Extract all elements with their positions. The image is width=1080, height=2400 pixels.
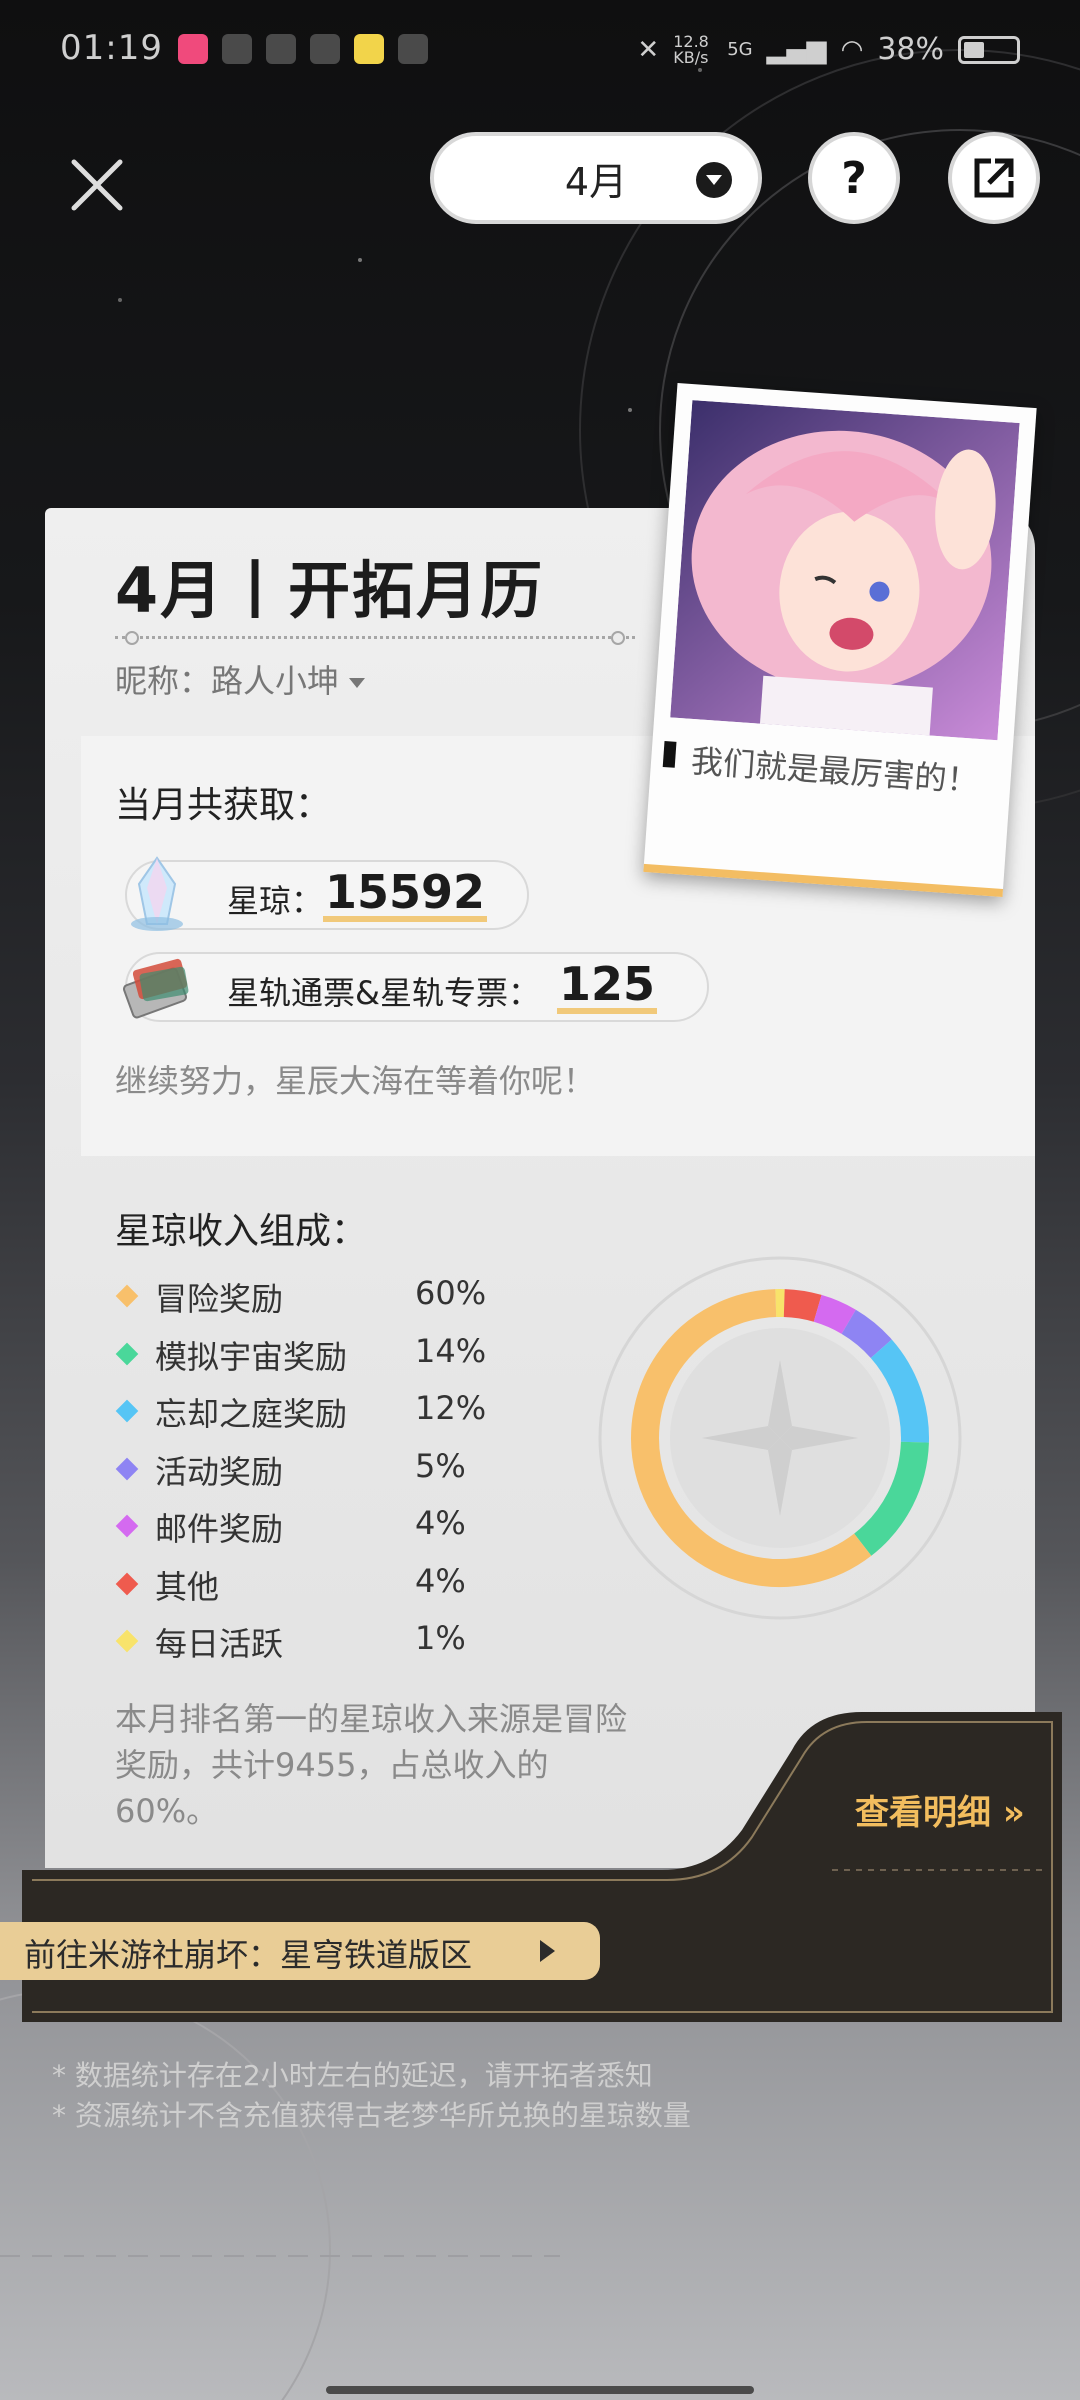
footnote-delay: * 数据统计存在2小时左右的延迟，请开拓者悉知 <box>52 2059 653 2092</box>
app-notification-icon <box>266 34 296 64</box>
donut-segment <box>813 1294 856 1335</box>
legend-percent: 12% <box>415 1389 487 1427</box>
app-notification-icon <box>310 34 340 64</box>
encouragement-text: 继续努力，星辰大海在等着你呢！ <box>115 1062 596 1100</box>
chevron-down-icon <box>349 678 366 688</box>
footnote-exclusion: * 资源统计不含充值获得古老梦华所兑换的星琼数量 <box>52 2099 691 2132</box>
legend-item: 其他 4% <box>115 1562 535 1620</box>
forum-link-label: 前往米游社崩坏：星穹铁道版区 <box>24 1936 473 1974</box>
signal-label: 5G <box>727 39 753 60</box>
clock: 01:19 <box>60 28 163 68</box>
legend-item: 模拟宇宙奖励 14% <box>115 1332 535 1390</box>
legend-label: 模拟宇宙奖励 <box>155 1337 348 1376</box>
month-selector[interactable]: 4月 <box>430 132 762 224</box>
legend-label: 邮件奖励 <box>155 1510 284 1548</box>
legend-swatch <box>115 1399 139 1423</box>
legend-label: 冒险奖励 <box>155 1280 284 1318</box>
stellar-jade-value: 15592 <box>323 868 488 922</box>
legend-percent: 5% <box>415 1446 466 1485</box>
view-details-link[interactable]: 查看明细 » <box>855 1785 1025 1834</box>
legend-label: 忘却之庭奖励 <box>155 1395 348 1433</box>
app-notification-icon <box>354 34 384 64</box>
tiktok-icon <box>398 34 428 64</box>
notification-icons <box>178 34 428 64</box>
income-legend: 冒险奖励 60% 模拟宇宙奖励 14% 忘却之庭奖励 12% 活动奖励 5% 邮件奖励 4% 其他 4… <box>115 1274 535 1677</box>
star-rail-pass-icon <box>123 958 189 1019</box>
page-title: 4月丨开拓月历 <box>115 554 545 627</box>
share-button[interactable] <box>948 132 1040 224</box>
donut-segment <box>783 1289 822 1322</box>
character-portrait <box>670 400 1020 741</box>
system-indicators: ✕ 12.8 KB/s 5G ▂▄▆ ◠ 38% <box>637 32 1020 67</box>
month-selector-value: 4月 <box>564 159 628 204</box>
pass-value: 125 <box>557 960 658 1014</box>
pass-stat: 星轨通票&星轨专票： 125 <box>123 952 709 1022</box>
legend-label: 其他 <box>155 1567 220 1606</box>
donut-segment <box>841 1309 892 1359</box>
pass-label: 星轨通票&星轨专票： <box>227 974 540 1012</box>
legend-item: 邮件奖励 4% <box>115 1504 535 1562</box>
legend-percent: 4% <box>415 1504 466 1542</box>
mail-icon <box>222 34 252 64</box>
income-heading: 星琼收入组成： <box>115 1211 368 1252</box>
stellar-jade-stat: 星琼： 15592 <box>125 856 529 931</box>
legend-label: 活动奖励 <box>155 1452 284 1491</box>
stellar-jade-icon <box>131 856 183 931</box>
earnings-heading: 当月共获取： <box>115 785 332 826</box>
share-icon <box>974 158 1014 198</box>
signal-icon: ▂▄▆ <box>766 34 827 65</box>
app-notification-icon <box>178 34 208 64</box>
income-donut-chart <box>598 1256 962 1620</box>
caption-marker <box>662 741 677 768</box>
legend-label: 每日活跃 <box>155 1625 284 1663</box>
nickname-label: 昵称：路人小坤 <box>115 662 340 700</box>
nickname-selector[interactable]: 昵称：路人小坤 <box>115 656 366 702</box>
home-indicator[interactable] <box>326 2386 754 2394</box>
title-divider <box>115 631 635 645</box>
close-icon <box>71 159 123 211</box>
legend-item: 每日活跃 1% <box>115 1619 535 1677</box>
play-arrow-icon <box>540 1940 555 1962</box>
battery-icon <box>958 35 1020 64</box>
status-bar: 01:19 ✕ 12.8 KB/s 5G ▂▄▆ ◠ 38% <box>0 0 1080 100</box>
legend-swatch <box>115 1457 139 1480</box>
legend-item: 忘却之庭奖励 12% <box>115 1389 535 1447</box>
close-button[interactable] <box>62 150 132 220</box>
legend-swatch <box>115 1342 139 1365</box>
legend-percent: 1% <box>415 1619 466 1657</box>
footnotes: * 数据统计存在2小时左右的延迟，请开拓者悉知 * 资源统计不含充值获得古老梦华… <box>52 2056 691 2136</box>
help-button[interactable]: ? <box>808 132 900 224</box>
net-speed: 12.8 KB/s <box>673 31 709 67</box>
forum-link-button[interactable]: 前往米游社崩坏：星穹铁道版区 <box>0 1922 600 1980</box>
character-photo: 我们就是最厉害的！ <box>643 383 1037 897</box>
legend-swatch <box>115 1514 139 1538</box>
legend-swatch <box>115 1629 139 1653</box>
legend-percent: 60% <box>415 1274 487 1312</box>
chevron-down-icon <box>696 162 732 198</box>
legend-swatch <box>115 1284 139 1308</box>
legend-item: 活动奖励 5% <box>115 1447 535 1505</box>
legend-percent: 14% <box>415 1331 487 1370</box>
legend-percent: 4% <box>415 1561 466 1600</box>
battery-percent: 38% <box>877 32 944 67</box>
legend-swatch <box>115 1572 139 1595</box>
legend-item: 冒险奖励 60% <box>115 1274 535 1332</box>
question-icon: ? <box>841 152 867 204</box>
wifi-icon: ◠ <box>840 34 864 65</box>
mute-icon: ✕ <box>637 34 660 65</box>
stellar-jade-label: 星琼： <box>227 882 324 920</box>
